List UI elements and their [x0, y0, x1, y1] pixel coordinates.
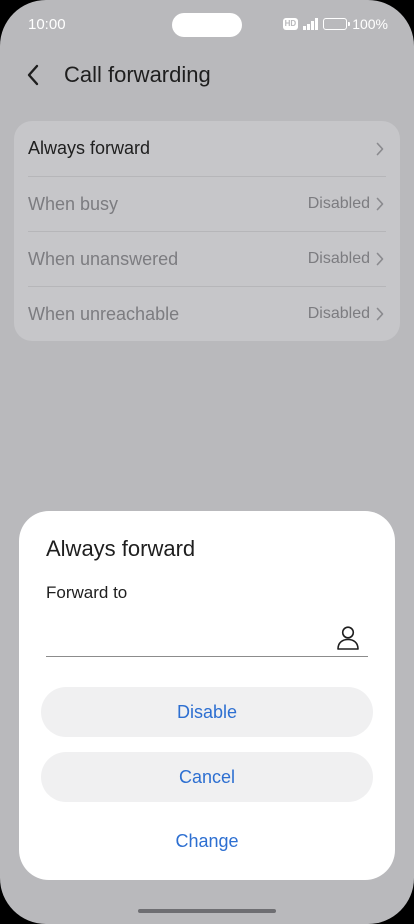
chevron-right-icon	[376, 306, 386, 322]
forwarding-options-list: Always forward When busy Disabled When u…	[14, 121, 400, 341]
camera-island	[172, 13, 242, 37]
change-button[interactable]: Change	[41, 816, 373, 866]
cancel-button[interactable]: Cancel	[41, 752, 373, 802]
forward-to-field	[46, 619, 368, 657]
disable-button[interactable]: Disable	[41, 687, 373, 737]
list-item-label: When unreachable	[28, 303, 180, 324]
list-item-status: Disabled	[307, 250, 370, 267]
phone-screen: 10:00 HD 100% Call forwarding Always for…	[0, 0, 414, 924]
forward-to-label: Forward to	[46, 583, 128, 602]
list-item-when-unreachable[interactable]: When unreachable Disabled	[28, 286, 386, 341]
chevron-right-icon	[376, 196, 386, 212]
list-item-label: When unanswered	[28, 248, 179, 269]
battery-icon	[323, 18, 351, 30]
dialog-title: Always forward	[46, 536, 196, 561]
list-item-label: Always forward	[28, 138, 151, 158]
chevron-right-icon	[376, 141, 386, 157]
list-item-label: When busy	[28, 193, 119, 214]
status-time: 10:00	[28, 16, 66, 33]
contact-person-icon[interactable]	[336, 625, 360, 651]
app-header: Call forwarding	[26, 58, 211, 92]
chevron-right-icon	[376, 251, 386, 267]
hd-badge: HD	[282, 18, 299, 30]
chevron-left-icon[interactable]	[26, 58, 54, 92]
list-item-status: Disabled	[307, 305, 370, 322]
signal-icon	[303, 18, 319, 30]
status-icons: HD 100%	[282, 15, 388, 33]
page-title: Call forwarding	[64, 62, 211, 87]
always-forward-dialog: Always forward Forward to Disable Cancel…	[19, 511, 395, 880]
list-item-when-busy[interactable]: When busy Disabled	[28, 176, 386, 231]
battery-percent: 100%	[352, 16, 388, 32]
forward-to-input[interactable]	[46, 619, 326, 655]
home-indicator[interactable]	[138, 909, 276, 913]
status-bar: 10:00 HD 100%	[0, 0, 414, 48]
list-item-always-forward[interactable]: Always forward	[28, 121, 386, 176]
list-item-when-unanswered[interactable]: When unanswered Disabled	[28, 231, 386, 286]
list-item-status: Disabled	[307, 195, 370, 212]
